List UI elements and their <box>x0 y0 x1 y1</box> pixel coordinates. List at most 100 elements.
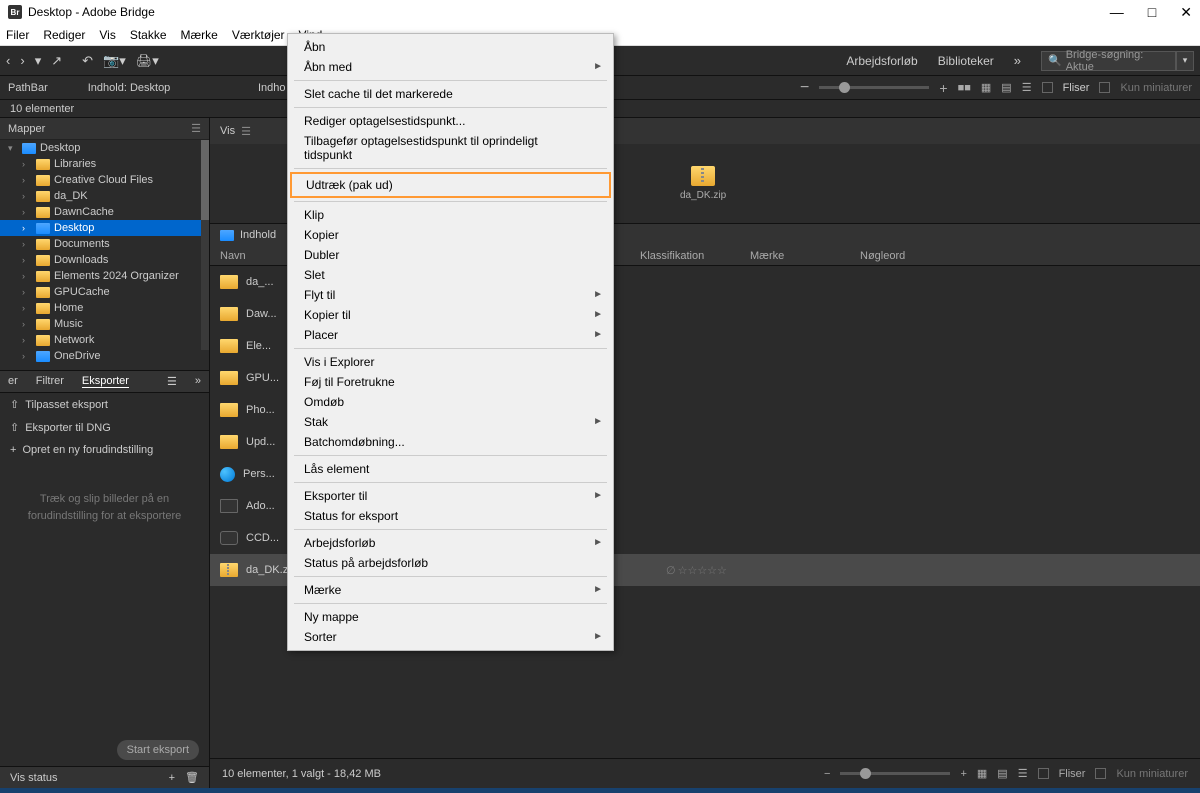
view-grid2-icon[interactable]: ▤ <box>1001 81 1011 94</box>
ctx-eksporter-til[interactable]: Eksporter til► <box>288 486 613 506</box>
tab-export[interactable]: Eksporter <box>82 375 129 388</box>
view-grid-icon[interactable]: ▦ <box>977 767 987 780</box>
tree-item-home[interactable]: ›Home <box>0 300 209 316</box>
thumbs-checkbox-bottom[interactable] <box>1095 768 1106 779</box>
ctx-placer[interactable]: Placer► <box>288 325 613 345</box>
ctx-åbn[interactable]: Åbn <box>288 37 613 57</box>
add-icon[interactable]: + <box>169 772 175 784</box>
ctx-omdøb[interactable]: Omdøb <box>288 392 613 412</box>
boomerang-icon[interactable]: ↶ <box>82 53 93 69</box>
menu-maerke[interactable]: Mærke <box>181 28 218 42</box>
view-grid-icon[interactable]: ▦ <box>981 81 991 94</box>
chevron-right-icon: ► <box>593 416 603 427</box>
tab-libraries[interactable]: Biblioteker <box>938 54 994 68</box>
ctx-klip[interactable]: Klip <box>288 205 613 225</box>
tree-item-network[interactable]: ›Network <box>0 332 209 348</box>
content-tab-label[interactable]: Indho <box>258 82 286 94</box>
search-dropdown-button[interactable]: ▾ <box>1176 51 1194 71</box>
ctx-status-på-arbejdsforløb[interactable]: Status på arbejdsforløb <box>288 553 613 573</box>
zoom-slider[interactable] <box>819 86 929 89</box>
tab-er[interactable]: er <box>8 375 18 388</box>
col-key[interactable]: Nøgleord <box>860 250 1190 262</box>
tree-item-libraries[interactable]: ›Libraries <box>0 156 209 172</box>
ctx-åbn-med[interactable]: Åbn med► <box>288 57 613 77</box>
ctx-mærke[interactable]: Mærke► <box>288 580 613 600</box>
nav-recent-icon[interactable]: ▾ <box>35 53 42 69</box>
panel-menu-icon[interactable]: ☰ <box>167 375 177 388</box>
overflow-icon[interactable]: » <box>195 375 201 388</box>
menu-rediger[interactable]: Rediger <box>43 28 85 42</box>
ctx-kopier[interactable]: Kopier <box>288 225 613 245</box>
menu-filer[interactable]: Filer <box>6 28 29 42</box>
ctx-kopier-til[interactable]: Kopier til► <box>288 305 613 325</box>
rating[interactable]: ∅☆☆☆☆☆ <box>666 564 727 577</box>
tree-item-downloads[interactable]: ›Downloads <box>0 252 209 268</box>
ctx-status-for-eksport[interactable]: Status for eksport <box>288 506 613 526</box>
ctx-ny-mappe[interactable]: Ny mappe <box>288 607 613 627</box>
tree-item-onedrive[interactable]: ›OneDrive <box>0 348 209 364</box>
ctx-sorter[interactable]: Sorter► <box>288 627 613 647</box>
ctx-slet[interactable]: Slet <box>288 265 613 285</box>
nav-back-icon[interactable]: ‹ <box>6 53 10 68</box>
view-grid2-icon[interactable]: ▤ <box>997 767 1007 780</box>
tree-root-desktop[interactable]: ▾ Desktop <box>0 140 209 156</box>
menu-vis[interactable]: Vis <box>99 28 115 42</box>
view-lock-icon[interactable]: ■■ <box>958 82 971 94</box>
ctx-dubler[interactable]: Dubler <box>288 245 613 265</box>
tree-item-creative-cloud-files[interactable]: ›Creative Cloud Files <box>0 172 209 188</box>
ctx-batchomdøbning-[interactable]: Batchomdøbning... <box>288 432 613 452</box>
ctx-arbejdsforløb[interactable]: Arbejdsforløb► <box>288 533 613 553</box>
search-input[interactable]: 🔍 Bridge-søgning: Aktue <box>1041 51 1176 71</box>
export-dng[interactable]: ⇧ Eksporter til DNG <box>0 416 209 439</box>
tiles-checkbox-bottom[interactable] <box>1038 768 1049 779</box>
view-list-icon[interactable]: ☰ <box>1018 767 1028 780</box>
panel-menu-icon[interactable]: ☰ <box>191 122 201 135</box>
menu-stakke[interactable]: Stakke <box>130 28 167 42</box>
close-button[interactable]: ✕ <box>1180 4 1192 21</box>
overflow-icon[interactable]: » <box>1014 53 1021 68</box>
tree-scrollbar[interactable] <box>201 140 209 350</box>
ctx-flyt-til[interactable]: Flyt til► <box>288 285 613 305</box>
tree-item-dawncache[interactable]: ›DawnCache <box>0 204 209 220</box>
tab-filter[interactable]: Filtrer <box>36 375 64 388</box>
minimize-button[interactable]: ― <box>1110 4 1124 21</box>
tree-item-documents[interactable]: ›Documents <box>0 236 209 252</box>
zoom-out-icon[interactable]: − <box>800 79 809 97</box>
tree-item-gpucache[interactable]: ›GPUCache <box>0 284 209 300</box>
export-custom[interactable]: ⇧ Tilpasset eksport <box>0 393 209 416</box>
only-thumbs-checkbox[interactable] <box>1099 82 1110 93</box>
tiles-checkbox[interactable] <box>1042 82 1053 93</box>
nav-forward-icon[interactable]: › <box>20 53 24 68</box>
view-menu-icon[interactable]: ☰ <box>241 125 251 138</box>
ctx-udtræk-pak-ud-[interactable]: Udtræk (pak ud) <box>290 172 611 198</box>
folder-icon <box>220 339 238 353</box>
ctx-slet-cache-til-det-markerede[interactable]: Slet cache til det markerede <box>288 84 613 104</box>
maximize-button[interactable]: □ <box>1148 4 1156 21</box>
camera-icon[interactable]: 📷▾ <box>103 53 126 69</box>
zoom-in-icon[interactable]: + <box>960 768 966 780</box>
ctx-stak[interactable]: Stak► <box>288 412 613 432</box>
tree-item-elements-2024-organizer[interactable]: ›Elements 2024 Organizer <box>0 268 209 284</box>
ctx-lås-element[interactable]: Lås element <box>288 459 613 479</box>
tree-item-desktop[interactable]: ›Desktop <box>0 220 209 236</box>
ctx-føj-til-foretrukne[interactable]: Føj til Foretrukne <box>288 372 613 392</box>
tab-workflow[interactable]: Arbejdsforløb <box>846 54 917 68</box>
view-list-icon[interactable]: ☰ <box>1022 81 1032 94</box>
create-preset[interactable]: + Opret en ny forudindstilling <box>0 439 209 461</box>
start-export-button[interactable]: Start eksport <box>117 740 199 760</box>
menu-vaerktojer[interactable]: Værktøjer <box>232 28 285 42</box>
nav-up-icon[interactable]: ↗ <box>51 53 62 69</box>
zoom-in-icon[interactable]: + <box>939 80 947 96</box>
ctx-tilbagefør-optagelsestidspunkt-til-oprindeligt-tidspunkt[interactable]: Tilbagefør optagelsestidspunkt til oprin… <box>288 131 613 165</box>
trash-icon[interactable]: 🗑 <box>185 771 199 784</box>
tree-item-music[interactable]: ›Music <box>0 316 209 332</box>
ctx-vis-i-explorer[interactable]: Vis i Explorer <box>288 352 613 372</box>
content-tab[interactable]: Indhold <box>240 229 276 241</box>
ctx-rediger-optagelsestidspunkt-[interactable]: Rediger optagelsestidspunkt... <box>288 111 613 131</box>
zoom-out-icon[interactable]: − <box>824 768 830 780</box>
output-icon[interactable]: 🖨▾ <box>136 53 159 69</box>
col-brand[interactable]: Mærke <box>750 250 860 262</box>
tree-item-da_dk[interactable]: ›da_DK <box>0 188 209 204</box>
col-class[interactable]: Klassifikation <box>640 250 750 262</box>
preview-thumbnail[interactable]: da_DK.zip <box>680 166 726 201</box>
